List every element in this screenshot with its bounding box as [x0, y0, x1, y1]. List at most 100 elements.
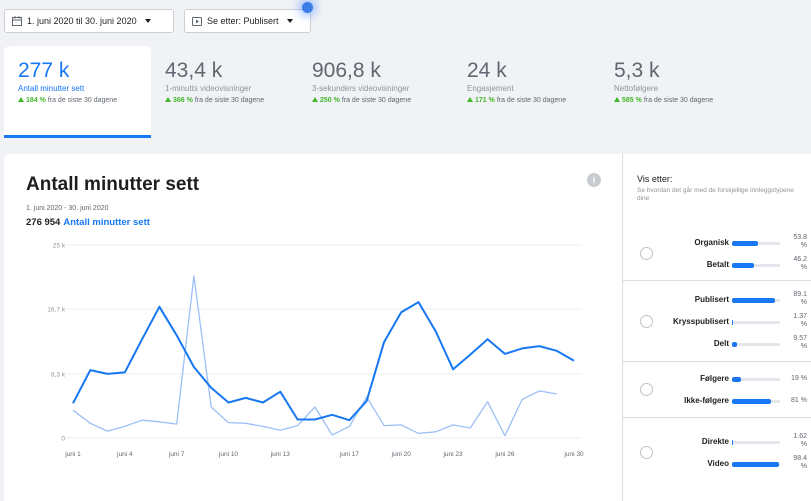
- y-tick-label: 25 k: [53, 243, 66, 250]
- stat-tab-engagement[interactable]: 24 k Engasjement 171 % fra de siste 30 d…: [467, 46, 597, 138]
- breakdown-row: Video 98.4 %: [659, 455, 809, 473]
- breakdown-percent: 19 %: [791, 375, 807, 382]
- radio-button[interactable]: [640, 446, 653, 459]
- video-icon: [192, 16, 202, 26]
- breakdown-row: Betalt 46.2 %: [659, 256, 809, 274]
- breakdown-panel: Vis etter: Se hvordan det går med de for…: [622, 154, 811, 501]
- breakdown-row: Organisk 53.8 %: [659, 234, 809, 252]
- toolbar: 1. juni 2020 til 30. juni 2020 Se etter:…: [0, 0, 811, 40]
- x-tick-label: juni 4: [116, 451, 133, 458]
- breakdown-subtitle: Se hvordan det går med de forskjellige i…: [637, 187, 794, 202]
- progress-fill: [732, 399, 771, 404]
- radio-button[interactable]: [640, 383, 653, 396]
- radio-button[interactable]: [640, 247, 653, 260]
- breakdown-group: Direkte 1.62 % Video 98.4 %: [623, 418, 811, 488]
- breakdown-label: Krysspublisert: [672, 316, 729, 326]
- progress-fill: [732, 462, 780, 467]
- date-range-dropdown[interactable]: 1. juni 2020 til 30. juni 2020: [4, 9, 174, 33]
- radio-button[interactable]: [640, 314, 653, 328]
- calendar-icon: [12, 16, 22, 26]
- breakdown-label: Ikke-følgere: [684, 396, 729, 405]
- stat-change: 250 % fra de siste 30 dagene: [312, 97, 452, 104]
- filter-dropdown[interactable]: Se etter: Publisert: [184, 9, 311, 33]
- breakdown-percent: 81 %: [791, 397, 807, 404]
- progress-fill: [732, 297, 775, 303]
- breakdown-label: Delt: [713, 338, 729, 348]
- breakdown-group: Publisert 89.1 % Krysspublisert 1.37 % Delt 9…: [623, 281, 811, 362]
- stat-label: Engasjement: [467, 84, 514, 93]
- panel-date-range: 1. juni 2020 - 30. juni 2020: [26, 205, 109, 212]
- x-tick-label: juni 26: [494, 451, 515, 458]
- stat-change: 184 % fra de siste 30 dagene: [18, 97, 151, 104]
- progress-track: [732, 241, 780, 246]
- breakdown-group: Organisk 53.8 % Betalt 46.2 %: [623, 227, 811, 281]
- progress-fill: [732, 341, 737, 347]
- breakdown-row: Delt 9.57 %: [659, 335, 809, 353]
- stats-tabs: 277 k Antall minutter sett 184 % fra de …: [0, 46, 811, 138]
- breakdown-percent: 46.2 %: [793, 256, 807, 271]
- breakdown-percent: 1.37 %: [793, 312, 807, 328]
- breakdown-label: Direkte: [701, 437, 729, 446]
- breakdown-row: Ikke-følgere 81 %: [659, 392, 809, 410]
- chevron-down-icon: [286, 19, 293, 23]
- insights-card: Antall minutter sett i 1. juni 2020 - 30…: [4, 154, 811, 501]
- progress-track: [732, 263, 780, 268]
- stat-value: 906,8 k: [312, 59, 381, 82]
- progress-track: [732, 462, 780, 467]
- stat-value: 43,4 k: [165, 59, 223, 82]
- breakdown-label: Følgere: [700, 374, 729, 383]
- arrow-up-icon: [614, 97, 620, 102]
- breakdown-label: Betalt: [706, 260, 729, 269]
- stat-label: 3-sekunders videovisninger: [312, 84, 410, 93]
- breakdown-label: Publisert: [694, 294, 729, 304]
- series-line: [72, 275, 557, 437]
- arrow-up-icon: [312, 97, 318, 102]
- breakdown-percent: 98.4 %: [793, 455, 807, 470]
- panel-title: Antall minutter sett: [26, 174, 200, 195]
- x-tick-label: juni 23: [442, 451, 463, 458]
- arrow-up-icon: [165, 97, 171, 102]
- info-icon[interactable]: i: [587, 173, 601, 187]
- x-tick-label: juni 17: [339, 451, 360, 458]
- progress-fill: [732, 319, 733, 325]
- arrow-up-icon: [467, 97, 473, 102]
- total-value: 276 954: [26, 217, 61, 228]
- stat-label: Nettofølgere: [614, 84, 659, 93]
- x-tick-label: juni 13: [270, 451, 291, 458]
- total-label[interactable]: Antall minutter sett: [63, 217, 150, 228]
- breakdown-group: Følgere 19 % Ikke-følgere 81 %: [623, 362, 811, 418]
- stat-tab-minutes[interactable]: 277 k Antall minutter sett 184 % fra de …: [4, 46, 151, 138]
- x-tick-label: juni 10: [218, 451, 239, 458]
- stat-label: 1-minutts videovisninger: [165, 84, 252, 93]
- progress-fill: [732, 440, 733, 445]
- stat-value: 24 k: [467, 59, 507, 82]
- breakdown-row: Direkte 1.62 %: [659, 433, 809, 451]
- progress-fill: [732, 377, 742, 382]
- x-tick-label: juni 30: [563, 451, 584, 458]
- filter-label: Se etter: Publisert: [207, 16, 279, 26]
- progress-track: [732, 399, 780, 404]
- stat-tab-1min-views[interactable]: 43,4 k 1-minutts videovisninger 366 % fr…: [165, 46, 295, 138]
- stat-tab-3sec-views[interactable]: 906,8 k 3-sekunders videovisninger 250 %…: [312, 46, 452, 138]
- breakdown-percent: 9.57 %: [793, 334, 807, 350]
- progress-track: [732, 341, 780, 347]
- x-tick-label: juni 1: [64, 451, 81, 458]
- stat-label: Antall minutter sett: [18, 84, 85, 93]
- progress-track: [732, 440, 780, 445]
- breakdown-title: Vis etter:: [637, 174, 673, 184]
- y-tick-label: 8,3 k: [51, 371, 66, 378]
- breakdown-label: Organisk: [694, 238, 729, 247]
- stat-tab-net-followers[interactable]: 5,3 k Nettofølgere 585 % fra de siste 30…: [614, 46, 744, 138]
- chart-panel: Antall minutter sett i 1. juni 2020 - 30…: [4, 154, 621, 501]
- progress-fill: [732, 263, 755, 268]
- stat-change: 585 % fra de siste 30 dagene: [614, 97, 744, 104]
- progress-track: [732, 319, 780, 325]
- stat-change: 171 % fra de siste 30 dagene: [467, 97, 597, 104]
- arrow-up-icon: [18, 97, 24, 102]
- progress-track: [732, 377, 780, 382]
- notification-dot: [302, 2, 313, 13]
- series-line: [72, 301, 575, 422]
- x-tick-label: juni 7: [168, 451, 185, 458]
- breakdown-row: Krysspublisert 1.37 %: [659, 313, 809, 331]
- stat-value: 277 k: [18, 59, 70, 82]
